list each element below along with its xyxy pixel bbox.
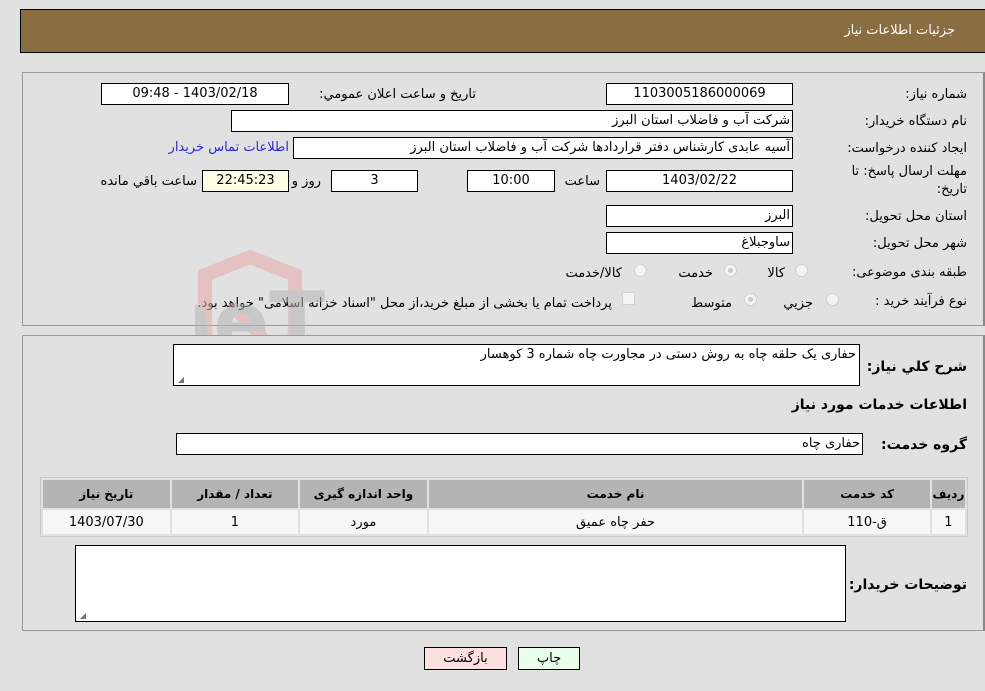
col-header-service-code: کد خدمت: [804, 480, 930, 508]
page-title: جزئیات اطلاعات نیاز: [844, 23, 955, 38]
buyer-org-field[interactable]: شرکت آب و فاضلاب استان البرز: [231, 110, 793, 132]
category-option-service: خدمت: [678, 266, 713, 281]
back-button[interactable]: بازگشت: [424, 647, 507, 670]
purchase-type-option-medium: متوسط: [691, 296, 732, 311]
resize-handle-icon[interactable]: ◢: [78, 612, 86, 620]
category-radio-goods[interactable]: [795, 264, 808, 277]
cell-unit: مورد: [300, 510, 427, 534]
purchase-type-radio-medium[interactable]: [744, 293, 757, 306]
deadline-date-field[interactable]: 1403/02/22: [606, 170, 793, 192]
description-label: شرح كلي نیاز:: [866, 359, 967, 375]
days-label: روز و: [291, 174, 321, 189]
announce-datetime-label: تاریخ و ساعت اعلان عمومي:: [319, 87, 476, 102]
service-group-label: گروه خدمت:: [881, 437, 967, 453]
col-header-row-number: ردیف: [931, 480, 965, 508]
print-button[interactable]: چاپ: [518, 647, 580, 670]
buyer-notes-label: توضیحات خریدار:: [848, 577, 967, 593]
city-label: شهر محل تحویل:: [872, 236, 967, 251]
deadline-label-line1: مهلت ارسال پاسخ: تا: [851, 164, 967, 179]
buyer-contact-link[interactable]: اطلاعات تماس خریدار: [169, 140, 289, 155]
requester-label: ایجاد کننده درخواست:: [847, 141, 967, 156]
deadline-time-field[interactable]: 10:00: [467, 170, 555, 192]
col-header-unit: واحد اندازه گیری: [300, 480, 427, 508]
table-header-row: ردیف کد خدمت نام خدمت واحد اندازه گیری ت…: [43, 480, 965, 508]
cell-need-date: 1403/07/30: [43, 510, 170, 534]
announce-datetime-field[interactable]: 1403/02/18 - 09:48: [101, 83, 289, 105]
service-group-field[interactable]: حفاری چاه: [176, 433, 863, 455]
buyer-notes-textarea[interactable]: ◢: [75, 545, 846, 622]
cell-service-code: ق-110: [804, 510, 930, 534]
description-text: حفاری یک حلقه چاه به روش دستی در مجاورت …: [480, 347, 856, 362]
category-option-goods: کالا: [767, 266, 785, 281]
table-row: 1 ق-110 حفر چاه عمیق مورد 1 1403/07/30: [43, 510, 965, 534]
col-header-service-name: نام خدمت: [428, 480, 803, 508]
time-remaining-label: ساعت باقي مانده: [100, 174, 197, 189]
cell-quantity: 1: [171, 510, 299, 534]
time-remaining-field: 22:45:23: [202, 170, 289, 192]
need-number-label: شماره نیاز:: [905, 87, 967, 102]
resize-handle-icon[interactable]: ◢: [176, 376, 184, 384]
treasury-note: پرداخت تمام یا بخشی از مبلغ خرید،از محل …: [197, 296, 612, 311]
purchase-type-label: نوع فرآیند خرید :: [875, 294, 967, 309]
treasury-checkbox[interactable]: [622, 292, 635, 305]
cell-service-name: حفر چاه عمیق: [428, 510, 803, 534]
buyer-org-label: نام دستگاه خریدار:: [864, 114, 967, 129]
purchase-type-radio-minor[interactable]: [826, 293, 839, 306]
col-header-need-date: تاریخ نیاز: [43, 480, 170, 508]
city-field[interactable]: ساوجبلاغ: [606, 232, 793, 254]
category-radio-service[interactable]: [724, 264, 737, 277]
days-remaining-field[interactable]: 3: [331, 170, 418, 192]
cell-row-number: 1: [931, 510, 965, 534]
category-label: طبقه بندی موضوعی:: [851, 265, 967, 280]
services-table: ردیف کد خدمت نام خدمت واحد اندازه گیری ت…: [40, 477, 968, 537]
col-header-quantity: تعداد / مقدار: [171, 480, 299, 508]
province-label: استان محل تحویل:: [865, 209, 967, 224]
deadline-label-line2: تاریخ:: [936, 182, 967, 197]
category-radio-goods-service[interactable]: [634, 264, 647, 277]
services-heading: اطلاعات خدمات مورد نیاز: [791, 397, 967, 413]
description-textarea[interactable]: حفاری یک حلقه چاه به روش دستی در مجاورت …: [173, 344, 860, 386]
need-number-field[interactable]: 1103005186000069: [606, 83, 793, 105]
category-option-goods-service: کالا/خدمت: [565, 266, 622, 281]
page-header: جزئیات اطلاعات نیاز: [20, 9, 985, 53]
province-field[interactable]: البرز: [606, 205, 793, 227]
requester-field[interactable]: آسیه عابدی کارشناس دفتر قراردادها شرکت آ…: [293, 137, 793, 159]
purchase-type-option-minor: جزيي: [783, 296, 813, 311]
deadline-time-label: ساعت: [564, 174, 600, 189]
